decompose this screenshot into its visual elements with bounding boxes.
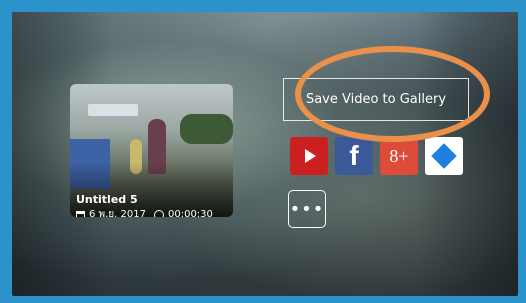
thumbnail-trees <box>180 114 233 144</box>
app-frame: Untitled 5 6 พ.ย. 2017 00:00:30 Save Vid… <box>0 0 526 303</box>
thumbnail-tent <box>88 104 138 116</box>
youtube-share-button[interactable] <box>290 137 328 175</box>
more-options-button[interactable]: ••• <box>288 190 326 228</box>
timer-icon <box>153 209 164 217</box>
video-duration: 00:00:30 <box>167 209 213 217</box>
video-title: Untitled 5 <box>76 193 138 206</box>
youtube-icon <box>305 149 316 163</box>
highlight-ellipse <box>295 46 490 142</box>
google-plus-share-button[interactable]: 8+ <box>380 137 418 175</box>
video-meta: 6 พ.ย. 2017 00:00:30 <box>76 207 213 217</box>
video-thumbnail-card[interactable]: Untitled 5 6 พ.ย. 2017 00:00:30 <box>70 84 233 217</box>
dropbox-share-button[interactable] <box>425 137 463 175</box>
video-date: 6 พ.ย. 2017 <box>89 209 146 217</box>
google-plus-icon: 8+ <box>389 145 409 166</box>
dropbox-icon <box>431 143 457 169</box>
blurred-background: Untitled 5 6 พ.ย. 2017 00:00:30 Save Vid… <box>12 12 518 296</box>
facebook-icon: f <box>349 140 359 171</box>
facebook-share-button[interactable]: f <box>335 137 373 175</box>
calendar-icon <box>76 210 85 217</box>
